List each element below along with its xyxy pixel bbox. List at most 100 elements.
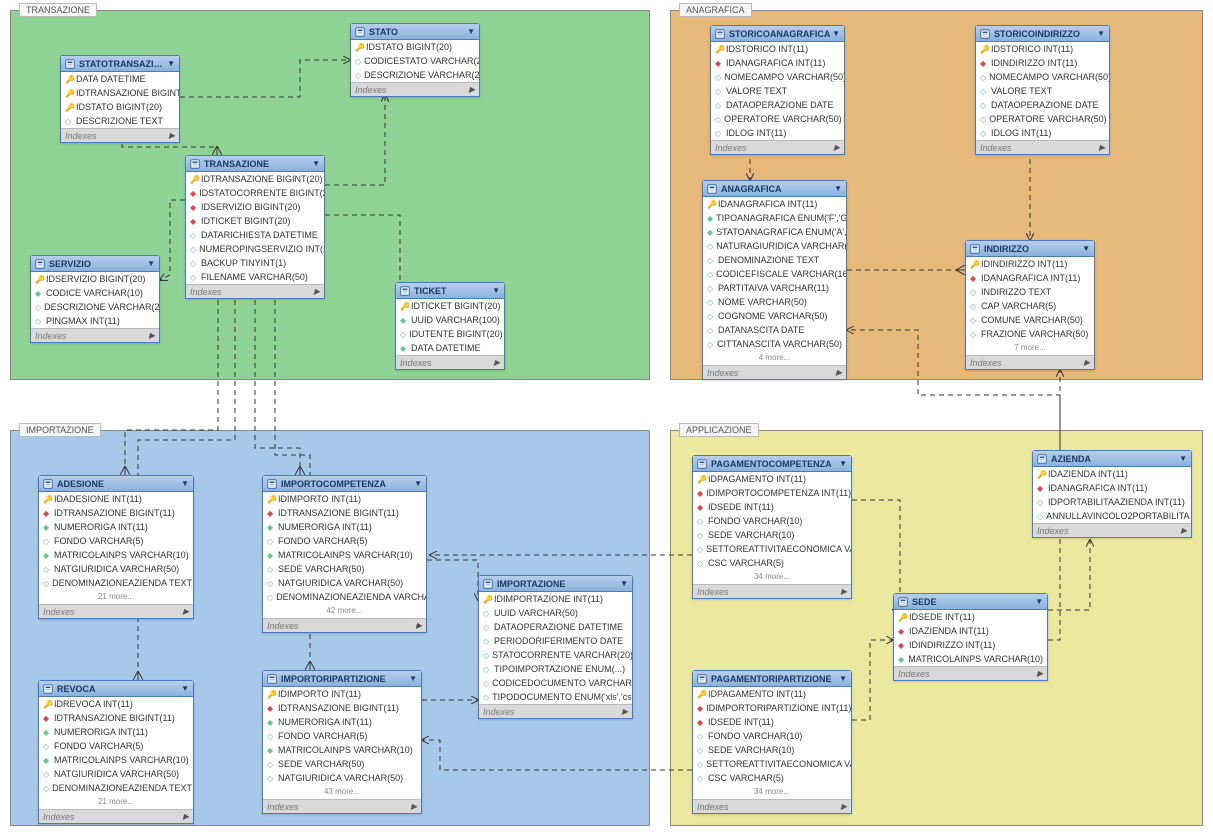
column[interactable]: ◆ IDANAGRAFICA INT(11) [966, 271, 1094, 285]
more-indicator[interactable]: 7 more... [966, 341, 1094, 355]
entity-storicoindirizzo[interactable]: STORICOINDIRIZZO ▼ 🔑 IDSTORICO INT(11) ◆… [975, 25, 1110, 155]
column[interactable]: ◆ IDAZIENDA INT(11) [894, 624, 1047, 638]
table-header[interactable]: PAGAMENTORIPARTIZIONE ▼ [693, 671, 851, 687]
table-header[interactable]: SERVIZIO ▼ [31, 256, 159, 272]
chevron-right-icon[interactable]: ▶ [149, 331, 155, 340]
chevron-down-icon[interactable]: ▼ [1097, 29, 1105, 38]
table-header[interactable]: ANAGRAFICA ▼ [703, 181, 846, 197]
column[interactable]: ◆ IDSTATOCORRENTE BIGINT(20) [186, 186, 324, 200]
column[interactable]: ◆ DATA DATETIME [396, 341, 504, 355]
chevron-right-icon[interactable]: ▶ [183, 812, 189, 821]
entity-anagrafica[interactable]: ANAGRAFICA ▼ 🔑 IDANAGRAFICA INT(11) ◆ TI… [702, 180, 847, 380]
column[interactable]: ◆ IDSEDE INT(11) [693, 715, 851, 729]
column[interactable]: ◆ IDTRANSAZIONE BIGINT(11) [263, 506, 426, 520]
column[interactable]: ◇ CSC VARCHAR(5) [693, 771, 851, 785]
column[interactable]: 🔑 IDINDIRIZZO INT(11) [966, 257, 1094, 271]
column[interactable]: ◆ NUMERORIGA INT(11) [263, 715, 421, 729]
column[interactable]: ◆ NUMERORIGA INT(11) [263, 520, 426, 534]
column[interactable]: ◇ CAP VARCHAR(5) [966, 299, 1094, 313]
column[interactable]: ◇ DATAOPERAZIONE DATE [711, 98, 844, 112]
column[interactable]: ◆ IDTRANSAZIONE BIGINT(11) [263, 701, 421, 715]
column[interactable]: ◇ SEDE VARCHAR(50) [263, 757, 421, 771]
column[interactable]: 🔑 IDSTORICO INT(11) [711, 42, 844, 56]
column[interactable]: 🔑 IDSTATO BIGINT(20) [61, 100, 179, 114]
chevron-down-icon[interactable]: ▼ [414, 479, 422, 488]
column[interactable]: ◇ DESCRIZIONE VARCHAR(255) [351, 68, 479, 82]
table-header[interactable]: ADESIONE ▼ [39, 476, 193, 492]
column[interactable]: ◆ MATRICOLAINPS VARCHAR(10) [894, 652, 1047, 666]
entity-indirizzo[interactable]: INDIRIZZO ▼ 🔑 IDINDIRIZZO INT(11) ◆ IDAN… [965, 240, 1095, 370]
entity-adesione[interactable]: ADESIONE ▼ 🔑 IDADESIONE INT(11) ◆ IDTRAN… [38, 475, 194, 619]
column[interactable]: ◇ IDLOG INT(11) [711, 126, 844, 140]
chevron-right-icon[interactable]: ▶ [1099, 143, 1105, 152]
table-footer[interactable]: Indexes ▶ [894, 666, 1047, 680]
more-indicator[interactable]: 34 more... [693, 570, 851, 584]
table-footer[interactable]: Indexes ▶ [263, 799, 421, 813]
column[interactable]: ◇ VALORE TEXT [711, 84, 844, 98]
column[interactable]: ◇ NATGIURIDICA VARCHAR(50) [263, 771, 421, 785]
column[interactable]: ◆ NUMERORIGA INT(11) [39, 520, 193, 534]
chevron-right-icon[interactable]: ▶ [411, 802, 417, 811]
column[interactable]: ◆ IDTRANSAZIONE BIGINT(11) [39, 711, 193, 725]
column[interactable]: ◇ CODICEDOCUMENTO VARCHAR(20) [479, 676, 632, 690]
chevron-down-icon[interactable]: ▼ [181, 479, 189, 488]
column[interactable]: ◇ NOME VARCHAR(50) [703, 295, 846, 309]
entity-pagamentocompetenza[interactable]: PAGAMENTOCOMPETENZA ▼ 🔑 IDPAGAMENTO INT(… [692, 455, 852, 599]
column[interactable]: ◆ IDTRANSAZIONE BIGINT(11) [39, 506, 193, 520]
column[interactable]: 🔑 IDTICKET BIGINT(20) [396, 299, 504, 313]
chevron-right-icon[interactable]: ▶ [183, 607, 189, 616]
column[interactable]: ◇ IDLOG INT(11) [976, 126, 1109, 140]
table-footer[interactable]: Indexes ▶ [479, 704, 632, 718]
table-footer[interactable]: Indexes ▶ [39, 809, 193, 823]
column[interactable]: ◇ DATARICHIESTA DATETIME [186, 228, 324, 242]
chevron-right-icon[interactable]: ▶ [494, 358, 500, 367]
table-footer[interactable]: Indexes ▶ [1033, 523, 1191, 537]
column[interactable]: ◆ TIPOANAGRAFICA ENUM('F','G') [703, 211, 846, 225]
column[interactable]: 🔑 IDTRANSAZIONE BIGINT(20) [186, 172, 324, 186]
table-footer[interactable]: Indexes ▶ [351, 82, 479, 96]
table-footer[interactable]: Indexes ▶ [263, 618, 426, 632]
column[interactable]: ◇ PERIODORIFERIMENTO DATE [479, 634, 632, 648]
column[interactable]: ◇ DENOMINAZIONE TEXT [703, 253, 846, 267]
column[interactable]: ◇ SEDE VARCHAR(10) [693, 743, 851, 757]
table-footer[interactable]: Indexes ▶ [966, 355, 1094, 369]
column[interactable]: 🔑 IDTRANSAZIONE BIGINT(20) [61, 86, 179, 100]
column[interactable]: ◇ NATGIURIDICA VARCHAR(50) [39, 562, 193, 576]
column[interactable]: ◇ ANNULLAVINCOLO2PORTABILITA TI... [1033, 509, 1191, 523]
table-header[interactable]: STATOTRANSAZIONE ▼ [61, 56, 179, 72]
entity-ticket[interactable]: TICKET ▼ 🔑 IDTICKET BIGINT(20) ◆ UUID VA… [395, 282, 505, 370]
column[interactable]: ◆ UUID VARCHAR(100) [396, 313, 504, 327]
column[interactable]: ◇ DATANASCITA DATE [703, 323, 846, 337]
column[interactable]: ◆ IDSERVIZIO BIGINT(20) [186, 200, 324, 214]
chevron-down-icon[interactable]: ▼ [834, 184, 842, 193]
column[interactable]: 🔑 IDREVOCA INT(11) [39, 697, 193, 711]
table-footer[interactable]: Indexes ▶ [976, 140, 1109, 154]
column[interactable]: ◇ OPERATORE VARCHAR(50) [711, 112, 844, 126]
chevron-right-icon[interactable]: ▶ [1037, 669, 1043, 678]
entity-servizio[interactable]: SERVIZIO ▼ 🔑 IDSERVIZIO BIGINT(20) ◆ COD… [30, 255, 160, 343]
chevron-down-icon[interactable]: ▼ [409, 674, 417, 683]
column[interactable]: ◇ COMUNE VARCHAR(50) [966, 313, 1094, 327]
chevron-right-icon[interactable]: ▶ [841, 587, 847, 596]
column[interactable]: ◇ FONDO VARCHAR(10) [693, 729, 851, 743]
chevron-right-icon[interactable]: ▶ [416, 621, 422, 630]
column[interactable]: ◆ IDIMPORTORIPARTIZIONE INT(11) [693, 701, 851, 715]
table-header[interactable]: TICKET ▼ [396, 283, 504, 299]
column[interactable]: ◆ MATRICOLAINPS VARCHAR(10) [39, 753, 193, 767]
more-indicator[interactable]: 43 more... [263, 785, 421, 799]
column[interactable]: ◇ TIPOIMPORTAZIONE ENUM(...) [479, 662, 632, 676]
column[interactable]: ◇ FONDO VARCHAR(10) [693, 514, 851, 528]
chevron-down-icon[interactable]: ▼ [312, 159, 320, 168]
column[interactable]: ◇ FILENAME VARCHAR(50) [186, 270, 324, 284]
column[interactable]: ◆ IDINDIRIZZO INT(11) [894, 638, 1047, 652]
entity-azienda[interactable]: AZIENDA ▼ 🔑 IDAZIENDA INT(11) ◆ IDANAGRA… [1032, 450, 1192, 538]
table-header[interactable]: REVOCA ▼ [39, 681, 193, 697]
column[interactable]: ◇ PARTITAIVA VARCHAR(11) [703, 281, 846, 295]
entity-pagamentoripartizione[interactable]: PAGAMENTORIPARTIZIONE ▼ 🔑 IDPAGAMENTO IN… [692, 670, 852, 814]
table-header[interactable]: PAGAMENTOCOMPETENZA ▼ [693, 456, 851, 472]
column[interactable]: ◇ COGNOME VARCHAR(50) [703, 309, 846, 323]
table-footer[interactable]: Indexes ▶ [711, 140, 844, 154]
table-header[interactable]: INDIRIZZO ▼ [966, 241, 1094, 257]
table-header[interactable]: STORICOANAGRAFICA ▼ [711, 26, 844, 42]
table-header[interactable]: IMPORTOCOMPETENZA ▼ [263, 476, 426, 492]
